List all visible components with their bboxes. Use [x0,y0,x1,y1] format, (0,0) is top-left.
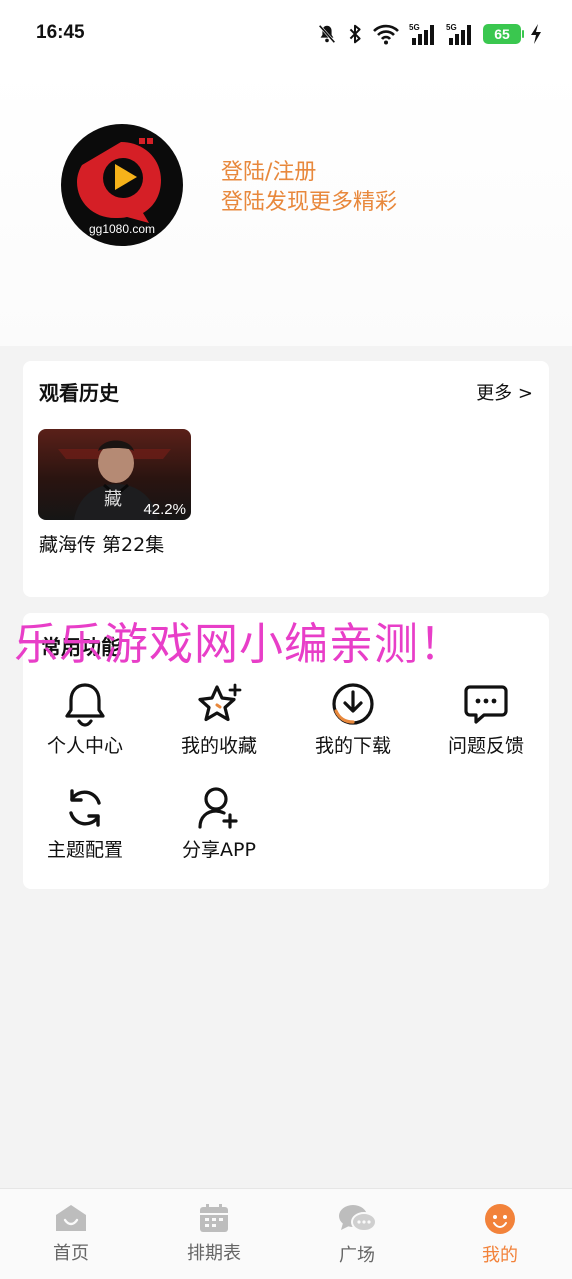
history-title: 观看历史 [39,381,119,405]
share-app-button[interactable]: 分享APP [159,785,279,862]
status-icons: 5G 5G 65 [316,20,542,48]
nav-home[interactable]: 首页 [16,1203,126,1265]
chat-bubbles-icon [339,1205,377,1232]
my-favorites-button[interactable]: 我的收藏 [159,681,279,758]
watermark-text: 乐乐游戏网小编亲测！ [14,619,464,670]
history-more-link[interactable]: 更多 > [476,379,533,405]
history-progress: 42.2% [143,501,186,518]
chat-icon [464,685,508,724]
my-downloads-button[interactable]: 我的下载 [293,681,413,758]
star-icon [198,683,242,722]
status-time: 16:45 [36,22,85,43]
add-user-icon [198,787,238,829]
avatar[interactable]: gg1080.com [61,124,183,246]
login-register-link[interactable]: 登陆/注册 [221,154,316,186]
func-label: 分享APP [182,839,256,861]
battery-level: 65 [494,26,510,42]
nav-label: 广场 [339,1245,375,1266]
download-icon [332,683,374,725]
home-icon [56,1205,86,1231]
battery-icon: 65 [483,24,524,44]
nav-label: 首页 [53,1243,89,1264]
calendar-icon [200,1204,228,1232]
profile-header: gg1080.com 登陆/注册 登陆发现更多精彩 [0,66,572,346]
svg-text:藏: 藏 [104,489,122,510]
signal-5g-icon: 5G [446,23,471,45]
func-label: 个人中心 [46,735,123,757]
bottom-nav: 首页 排期表 广场 我的 [0,1188,572,1279]
profile-icon [485,1204,515,1234]
mute-icon [318,24,336,44]
func-label: 我的收藏 [180,735,257,757]
history-episode-title[interactable]: 藏海传 第22集 [39,530,164,557]
svg-text:5G: 5G [409,23,420,32]
personal-center-button[interactable]: 个人中心 [25,681,145,758]
wifi-icon [373,24,399,45]
nav-schedule[interactable]: 排期表 [159,1203,269,1265]
charging-icon [531,24,541,44]
func-label: 我的下载 [314,735,391,757]
bell-icon [65,683,105,727]
avatar-site-text: gg1080.com [88,222,156,236]
svg-text:5G: 5G [446,23,457,32]
signal-5g-icon: 5G [409,23,434,45]
nav-plaza[interactable]: 广场 [302,1203,412,1267]
login-subtitle[interactable]: 登陆发现更多精彩 [221,184,397,216]
theme-settings-button[interactable]: 主题配置 [25,785,145,862]
nav-label: 我的 [482,1245,518,1266]
status-bar: 16:45 5G 5G 65 [0,0,572,66]
func-label: 主题配置 [46,839,123,861]
bluetooth-icon [349,24,361,44]
history-thumbnail[interactable]: 藏 42.2% [38,429,191,520]
func-label: 问题反馈 [447,735,524,757]
nav-mine[interactable]: 我的 [445,1203,555,1267]
watch-history-card: 观看历史 更多 > 藏 42.2% 藏海传 第22集 [23,361,549,597]
feedback-button[interactable]: 问题反馈 [426,681,546,758]
refresh-icon [69,789,101,827]
nav-label: 排期表 [187,1243,241,1264]
